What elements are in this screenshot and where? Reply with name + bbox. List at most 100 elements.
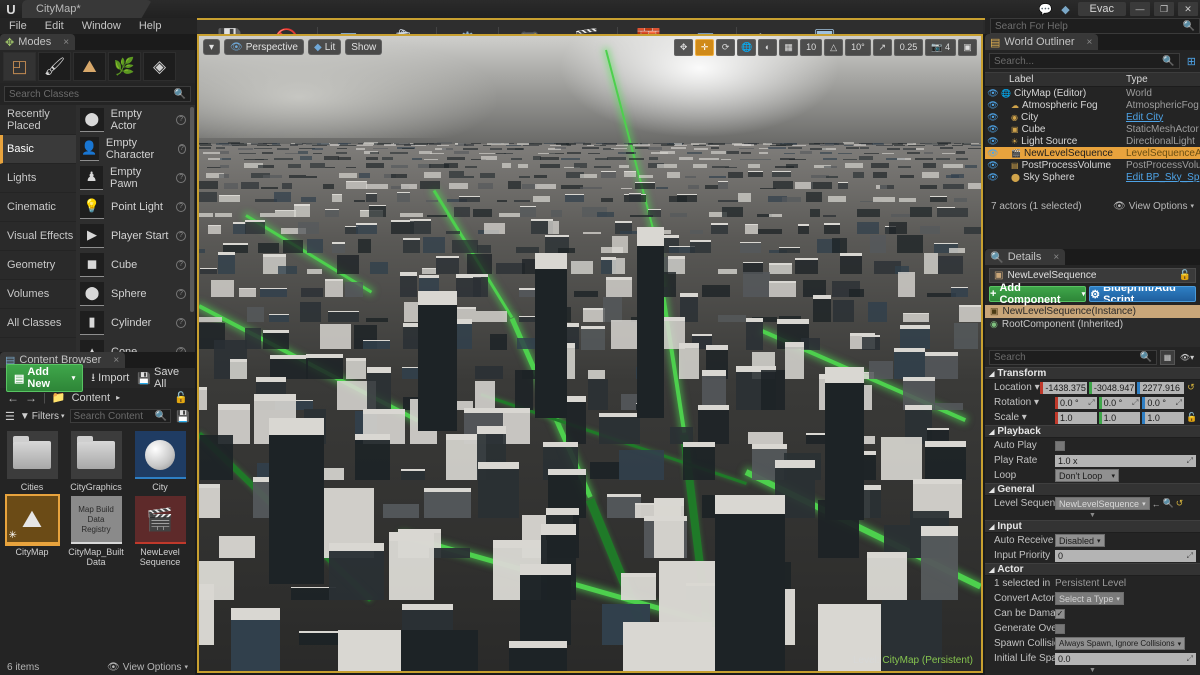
visibility-eye-icon[interactable]: 👁 bbox=[985, 172, 1001, 183]
details-view-options[interactable]: 👁▾ bbox=[1178, 350, 1196, 365]
place-category-visual-effects[interactable]: Visual Effects bbox=[0, 222, 76, 251]
place-asset-sphere[interactable]: ⬤Sphere? bbox=[76, 279, 195, 308]
viewport-translate-tool[interactable]: ✛ bbox=[695, 39, 714, 56]
outliner-row[interactable]: 👁◉CityEdit City bbox=[985, 111, 1200, 123]
maximize-button[interactable]: ❐ bbox=[1154, 2, 1174, 16]
viewport-options-menu[interactable]: ▾ bbox=[203, 39, 220, 55]
actor-name-input[interactable]: ▣ NewLevelSequence 🔓 bbox=[989, 268, 1196, 283]
breadcrumb[interactable]: Content bbox=[72, 392, 111, 404]
close-icon[interactable]: × bbox=[1053, 252, 1059, 263]
reset-icon[interactable]: ↺ bbox=[1176, 498, 1184, 509]
outliner-row[interactable]: 👁☀Light SourceDirectionalLight bbox=[985, 135, 1200, 147]
loop-dropdown[interactable]: Don't Loop▾ bbox=[1055, 469, 1119, 482]
visibility-eye-icon[interactable]: 👁 bbox=[985, 88, 1001, 99]
place-category-volumes[interactable]: Volumes bbox=[0, 280, 76, 309]
content-item-thumbnail[interactable] bbox=[71, 431, 122, 479]
close-icon[interactable]: × bbox=[63, 37, 69, 48]
rotation-snap-icon[interactable]: △ bbox=[824, 39, 843, 56]
help-icon[interactable]: ? bbox=[176, 289, 186, 299]
viewport-select-tool[interactable]: ✥ bbox=[674, 39, 693, 56]
help-icon[interactable]: ? bbox=[176, 231, 186, 241]
place-category-basic[interactable]: Basic bbox=[0, 135, 76, 164]
scale-snap-value[interactable]: 0.25 bbox=[894, 39, 924, 56]
visibility-eye-icon[interactable]: 👁 bbox=[985, 124, 1001, 135]
save-all-button[interactable]: 💾 Save All bbox=[137, 366, 189, 390]
help-icon[interactable]: ? bbox=[176, 173, 186, 183]
content-item[interactable]: City bbox=[132, 431, 188, 492]
scale-z-input[interactable]: 1.0 bbox=[1142, 412, 1184, 424]
tab-details[interactable]: 🔍 Details × bbox=[985, 249, 1065, 265]
actor-expander[interactable]: ▼ bbox=[985, 666, 1200, 675]
filters-button[interactable]: ▼ Filters ▾ bbox=[20, 411, 65, 422]
location-x-input[interactable]: -1438.375 bbox=[1040, 382, 1087, 394]
visibility-eye-icon[interactable]: 👁 bbox=[985, 148, 1001, 159]
blueprint-add-script-button[interactable]: ⚙ Blueprint/Add Script bbox=[1089, 286, 1196, 302]
place-category-recently-placed[interactable]: Recently Placed bbox=[0, 106, 76, 135]
menu-item-file[interactable]: File bbox=[0, 18, 36, 34]
outliner-row[interactable]: 👁🎬NewLevelSequenceLevelSequenceA bbox=[985, 147, 1200, 159]
use-selected-icon[interactable]: ← bbox=[1152, 499, 1161, 509]
section-actor[interactable]: ◢ Actor bbox=[985, 563, 1200, 576]
viewport-world-space-toggle[interactable]: 🌐 bbox=[737, 39, 756, 56]
place-category-cinematic[interactable]: Cinematic bbox=[0, 193, 76, 222]
spawn-collision-dropdown[interactable]: Always Spawn, Ignore Collisions▾ bbox=[1055, 637, 1185, 650]
place-category-lights[interactable]: Lights bbox=[0, 164, 76, 193]
play-rate-input[interactable]: 1.0 x⤢ bbox=[1055, 455, 1196, 467]
viewport-maximize-toggle[interactable]: ▣ bbox=[958, 39, 977, 56]
scale-snap-icon[interactable]: ↗ bbox=[873, 39, 892, 56]
outliner-column-type[interactable]: Type bbox=[1126, 74, 1200, 85]
minimize-button[interactable]: — bbox=[1130, 2, 1150, 16]
section-input[interactable]: ◢ Input bbox=[985, 520, 1200, 533]
viewport-grid-snap[interactable]: ▦ bbox=[779, 39, 798, 56]
content-search-input[interactable]: Search Content 🔍 bbox=[70, 409, 172, 423]
place-asset-empty-character[interactable]: 👤Empty Character? bbox=[76, 134, 195, 163]
place-asset-cylinder[interactable]: ▮Cylinder? bbox=[76, 308, 195, 337]
component-row[interactable]: ◉RootComponent (Inherited) bbox=[985, 318, 1200, 331]
import-button[interactable]: ⭳ Import bbox=[91, 369, 129, 388]
outliner-row[interactable]: 👁▤PostProcessVolumePostProcessVolu bbox=[985, 159, 1200, 171]
grid-snap-value[interactable]: 10 bbox=[800, 39, 822, 56]
outliner-row[interactable]: 👁⬤Sky SphereEdit BP_Sky_Sp bbox=[985, 171, 1200, 183]
help-icon[interactable]: ? bbox=[178, 144, 186, 154]
content-item[interactable]: 🎬NewLevel Sequence bbox=[132, 496, 188, 567]
menu-item-window[interactable]: Window bbox=[73, 18, 130, 34]
outliner-row[interactable]: 👁☁Atmospheric FogAtmosphericFog bbox=[985, 99, 1200, 111]
viewport-camera-mode-menu[interactable]: 👁 Perspective bbox=[224, 39, 304, 55]
content-item[interactable]: Cities bbox=[4, 431, 60, 492]
forward-icon[interactable]: → bbox=[25, 391, 37, 405]
lock-icon[interactable]: 🔓 bbox=[174, 391, 188, 404]
mode-button-landscape-mode[interactable]: ⛰ bbox=[73, 52, 106, 81]
mode-button-paint-mode[interactable]: 🖌 bbox=[38, 52, 71, 81]
viewport-rotate-tool[interactable]: ⟳ bbox=[716, 39, 735, 56]
tab-modes[interactable]: ✥ Modes × bbox=[0, 34, 75, 50]
add-filter-icon[interactable]: ⊞ bbox=[1187, 55, 1196, 68]
mode-button-place-mode[interactable]: ◰ bbox=[3, 52, 36, 81]
chevron-right-icon[interactable]: ▸ bbox=[116, 393, 120, 402]
content-item-thumbnail[interactable]: Map BuildData Registry bbox=[71, 496, 122, 544]
outliner-view-options-button[interactable]: 👁 View Options ▾ bbox=[1113, 201, 1194, 212]
close-icon[interactable]: × bbox=[113, 355, 119, 366]
help-icon[interactable]: ? bbox=[176, 115, 186, 125]
place-asset-empty-actor[interactable]: ⬤Empty Actor? bbox=[76, 105, 195, 134]
location-z-input[interactable]: 2277.916 bbox=[1137, 382, 1184, 394]
help-icon[interactable]: ? bbox=[176, 318, 186, 328]
scale-lock-icon[interactable]: 🔓 bbox=[1186, 412, 1196, 423]
place-asset-player-start[interactable]: ▶Player Start? bbox=[76, 221, 195, 250]
section-transform[interactable]: ◢ Transform bbox=[985, 367, 1200, 380]
outliner-column-label[interactable]: Label bbox=[985, 74, 1126, 85]
place-category-all-classes[interactable]: All Classes bbox=[0, 309, 76, 338]
content-item-thumbnail[interactable] bbox=[135, 431, 186, 479]
save-search-icon[interactable]: 💾 bbox=[176, 410, 190, 423]
viewport-show-menu[interactable]: Show bbox=[345, 39, 382, 55]
content-item-thumbnail[interactable]: ⛰✳ bbox=[7, 496, 58, 544]
general-expander[interactable]: ▼ bbox=[985, 511, 1200, 520]
place-category-geometry[interactable]: Geometry bbox=[0, 251, 76, 280]
menu-item-help[interactable]: Help bbox=[130, 18, 171, 34]
help-icon[interactable]: ? bbox=[176, 202, 186, 212]
visibility-eye-icon[interactable]: 👁 bbox=[985, 160, 1001, 171]
diamond-icon[interactable]: ◆ bbox=[1058, 1, 1074, 17]
viewport-surface-snap[interactable]: ◐ bbox=[758, 39, 777, 56]
outliner-row[interactable]: 👁🌐CityMap (Editor)World bbox=[985, 87, 1200, 99]
rotation-y-input[interactable]: 0.0 °⤢ bbox=[1099, 397, 1141, 409]
outliner-row-type[interactable]: Edit BP_Sky_Sp bbox=[1126, 172, 1200, 183]
